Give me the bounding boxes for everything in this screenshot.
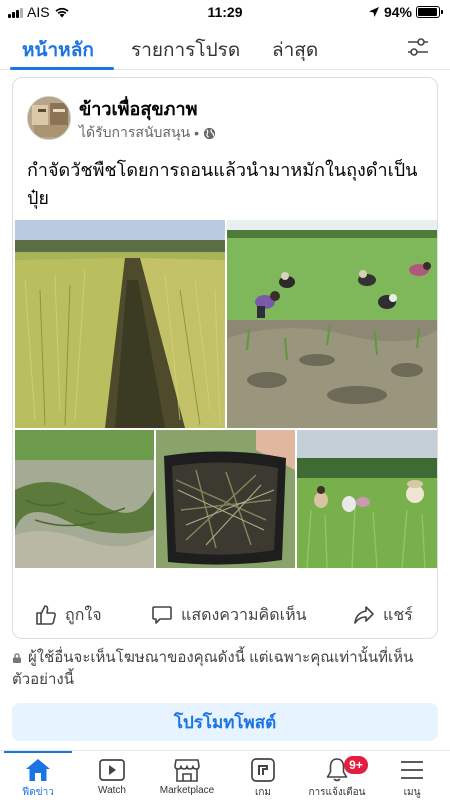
globe-icon: [203, 127, 216, 139]
post-photo-rice-path[interactable]: [15, 220, 225, 428]
like-label: ถูกใจ: [65, 606, 102, 624]
filter-settings-icon[interactable]: [406, 36, 430, 58]
battery-icon: [416, 6, 443, 18]
active-nav-indicator: [4, 751, 72, 753]
share-button[interactable]: แชร์: [353, 598, 413, 632]
share-icon: [354, 606, 374, 624]
post-photo-farmers-field[interactable]: [297, 430, 437, 568]
preview-notice: ผู้ใช้อื่นจะเห็นโฆษณาของคุณดังนี้ แต่เฉพ…: [12, 647, 432, 691]
home-icon: [26, 759, 50, 781]
tab-recent[interactable]: ล่าสุด: [272, 35, 318, 65]
comment-label: แสดงความคิดเห็น: [181, 606, 307, 624]
post-card: ข้าวเพื่อสุขภาพ ได้รับการสนับสนุน • กำจั…: [12, 77, 438, 639]
battery-percent: 94%: [383, 4, 412, 20]
location-arrow-icon: [368, 7, 379, 17]
tab-home[interactable]: หน้าหลัก: [22, 35, 94, 65]
page-name[interactable]: ข้าวเพื่อสุขภาพ: [79, 94, 197, 123]
top-tabs: หน้าหลัก รายการโปรด ล่าสุด: [0, 24, 450, 70]
comment-button[interactable]: แสดงความคิดเห็น: [151, 598, 307, 632]
post-photo-farmers-weeding[interactable]: [227, 220, 437, 428]
menu-icon: [401, 761, 423, 779]
video-icon: [99, 759, 125, 781]
nav-menu[interactable]: เมนู: [367, 757, 450, 800]
battery-level: [418, 8, 437, 16]
separator-dot: •: [194, 125, 199, 141]
notice-text: ผู้ใช้อื่นจะเห็นโฆษณาของคุณดังนี้ แต่เฉพ…: [12, 649, 414, 688]
notification-badge: 9+: [344, 756, 368, 774]
shop-icon: [174, 759, 200, 782]
post-photo-pulled-weeds[interactable]: [15, 430, 154, 568]
like-button[interactable]: ถูกใจ: [35, 598, 102, 632]
post-text: กำจัดวัชพืชโดยการถอนแล้วนำมาหมักในถุงดำเ…: [27, 160, 418, 208]
game-icon: [251, 758, 275, 782]
promote-post-button[interactable]: โปรโมทโพสต์: [12, 703, 438, 741]
lock-icon: [13, 653, 21, 663]
status-bar: AIS 11:29 94%: [0, 0, 450, 24]
thumbs-up-icon: [36, 605, 56, 625]
share-label: แชร์: [383, 606, 413, 624]
bottom-navigation: ฟีดข่าว Watch Marketplace เกม 9+ การแจ้ง…: [0, 750, 450, 800]
page-avatar[interactable]: [27, 96, 71, 140]
status-right: 94%: [368, 4, 443, 20]
post-actions: ถูกใจ แสดงความคิดเห็น แชร์: [13, 598, 437, 632]
sponsored-label: ได้รับการสนับสนุน •: [79, 122, 216, 144]
tab-favorites[interactable]: รายการโปรด: [131, 35, 240, 65]
active-tab-indicator: [10, 67, 114, 70]
sponsored-text: ได้รับการสนับสนุน: [79, 124, 191, 140]
post-photo-compost-bag[interactable]: [156, 430, 295, 568]
nav-label-menu: เมนู: [403, 787, 421, 798]
comment-icon: [152, 606, 172, 624]
